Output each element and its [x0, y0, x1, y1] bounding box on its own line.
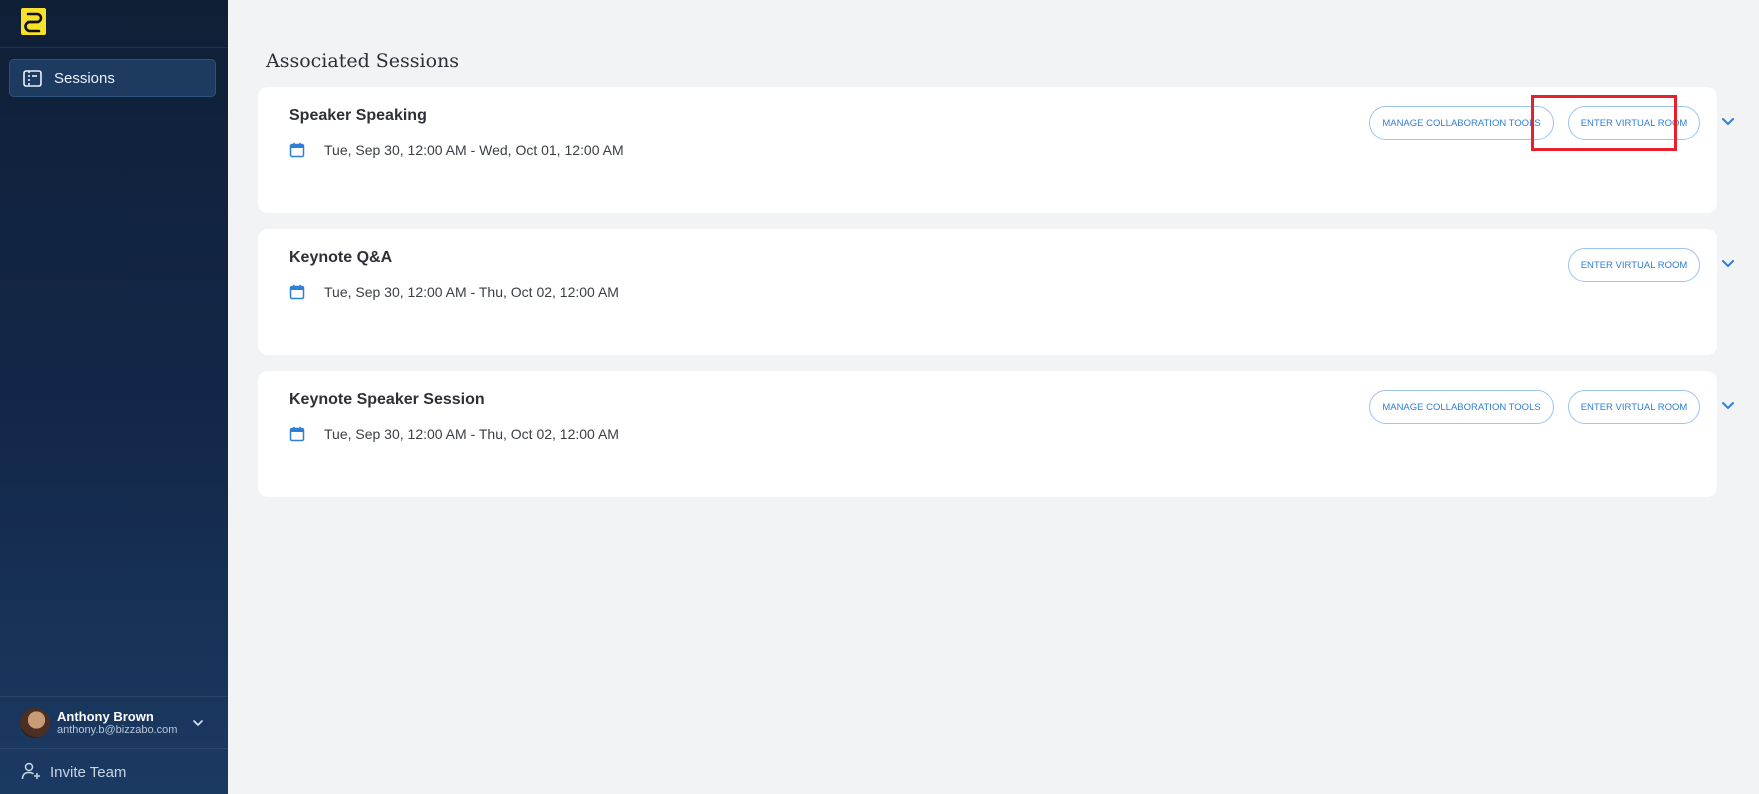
enter-virtual-room-button[interactable]: ENTER VIRTUAL ROOM	[1568, 106, 1700, 140]
session-date: Tue, Sep 30, 12:00 AM - Thu, Oct 02, 12:…	[289, 284, 619, 300]
sidebar: Sessions Anthony Brown anthony.b@bizzabo…	[0, 0, 228, 794]
session-card: Speaker Speaking Tue, Sep 30, 12:00 AM -…	[258, 87, 1734, 213]
session-card: Keynote Speaker Session Tue, Sep 30, 12:…	[258, 371, 1734, 497]
chevron-down-icon[interactable]	[1720, 397, 1736, 413]
user-name: Anthony Brown	[57, 709, 154, 724]
session-date-text: Tue, Sep 30, 12:00 AM - Wed, Oct 01, 12:…	[324, 142, 624, 158]
calendar-icon	[289, 142, 305, 158]
session-title: Keynote Q&A	[289, 249, 393, 266]
session-card: Keynote Q&A Tue, Sep 30, 12:00 AM - Thu,…	[258, 229, 1734, 355]
ticket-icon	[23, 68, 43, 88]
brand-logo-icon[interactable]	[21, 8, 46, 35]
sidebar-item-label: Sessions	[54, 69, 115, 87]
calendar-icon	[289, 426, 305, 442]
main-content: Associated Sessions Speaker Speaking Tue…	[228, 0, 1759, 794]
session-title: Speaker Speaking	[289, 107, 427, 124]
chevron-down-icon[interactable]	[1720, 113, 1736, 129]
sidebar-item-sessions[interactable]: Sessions	[9, 59, 216, 97]
user-menu[interactable]: Anthony Brown anthony.b@bizzabo.com	[0, 696, 228, 749]
sidebar-header	[0, 0, 228, 48]
invite-team-button[interactable]: Invite Team	[0, 750, 228, 794]
enter-virtual-room-button[interactable]: ENTER VIRTUAL ROOM	[1568, 390, 1700, 424]
chevron-down-icon[interactable]	[191, 716, 205, 730]
manage-collaboration-tools-button[interactable]: MANAGE COLLABORATION TOOLS	[1369, 390, 1554, 424]
user-email: anthony.b@bizzabo.com	[57, 724, 178, 736]
session-date-text: Tue, Sep 30, 12:00 AM - Thu, Oct 02, 12:…	[324, 284, 619, 300]
add-user-icon	[21, 762, 41, 782]
invite-team-label: Invite Team	[50, 763, 127, 781]
session-date: Tue, Sep 30, 12:00 AM - Wed, Oct 01, 12:…	[289, 142, 624, 158]
enter-virtual-room-button[interactable]: ENTER VIRTUAL ROOM	[1568, 248, 1700, 282]
session-title: Keynote Speaker Session	[289, 391, 485, 408]
session-date: Tue, Sep 30, 12:00 AM - Thu, Oct 02, 12:…	[289, 426, 619, 442]
chevron-down-icon[interactable]	[1720, 255, 1736, 271]
manage-collaboration-tools-button[interactable]: MANAGE COLLABORATION TOOLS	[1369, 106, 1554, 140]
calendar-icon	[289, 284, 305, 300]
page-title: Associated Sessions	[266, 50, 460, 72]
session-date-text: Tue, Sep 30, 12:00 AM - Thu, Oct 02, 12:…	[324, 426, 619, 442]
avatar	[20, 707, 50, 738]
